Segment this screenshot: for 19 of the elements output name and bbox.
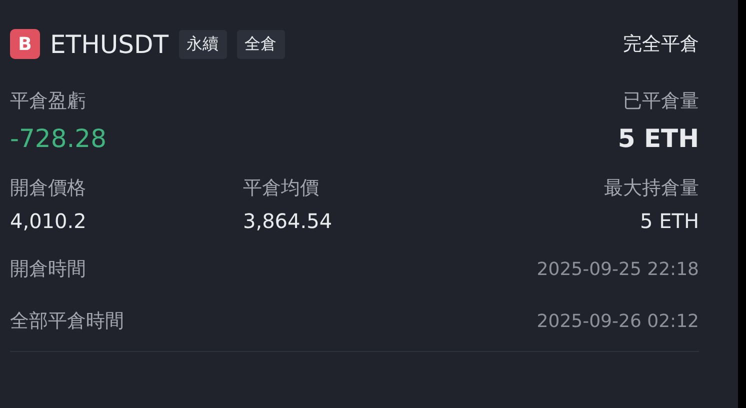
field-label: 最大持倉量 — [604, 176, 699, 201]
buy-badge: B — [10, 29, 40, 59]
time-label: 全部平倉時間 — [10, 309, 124, 334]
field-value: 4,010.2 — [10, 209, 88, 233]
tag: 永續 — [178, 30, 227, 58]
time-label: 開倉時間 — [10, 257, 86, 282]
field-value: 5 ETH — [640, 209, 699, 233]
closed-amount-label: 已平倉量 — [623, 89, 699, 114]
tag: 全倉 — [236, 30, 285, 58]
field-label: 開倉價格 — [10, 176, 87, 201]
pnl-label: 平倉盈虧 — [10, 89, 87, 114]
pnl-value: -728.28 — [10, 124, 106, 153]
time-value: 2025-09-25 22:18 — [536, 258, 699, 280]
status-text: 完全平倉 — [623, 32, 699, 57]
symbol-title: ETHUSDT — [50, 30, 169, 58]
closed-amount-value: 5 ETH — [618, 124, 699, 153]
field-value: 3,864.54 — [243, 209, 334, 233]
field-label: 平倉均價 — [243, 176, 320, 201]
time-value: 2025-09-26 02:12 — [536, 310, 699, 332]
